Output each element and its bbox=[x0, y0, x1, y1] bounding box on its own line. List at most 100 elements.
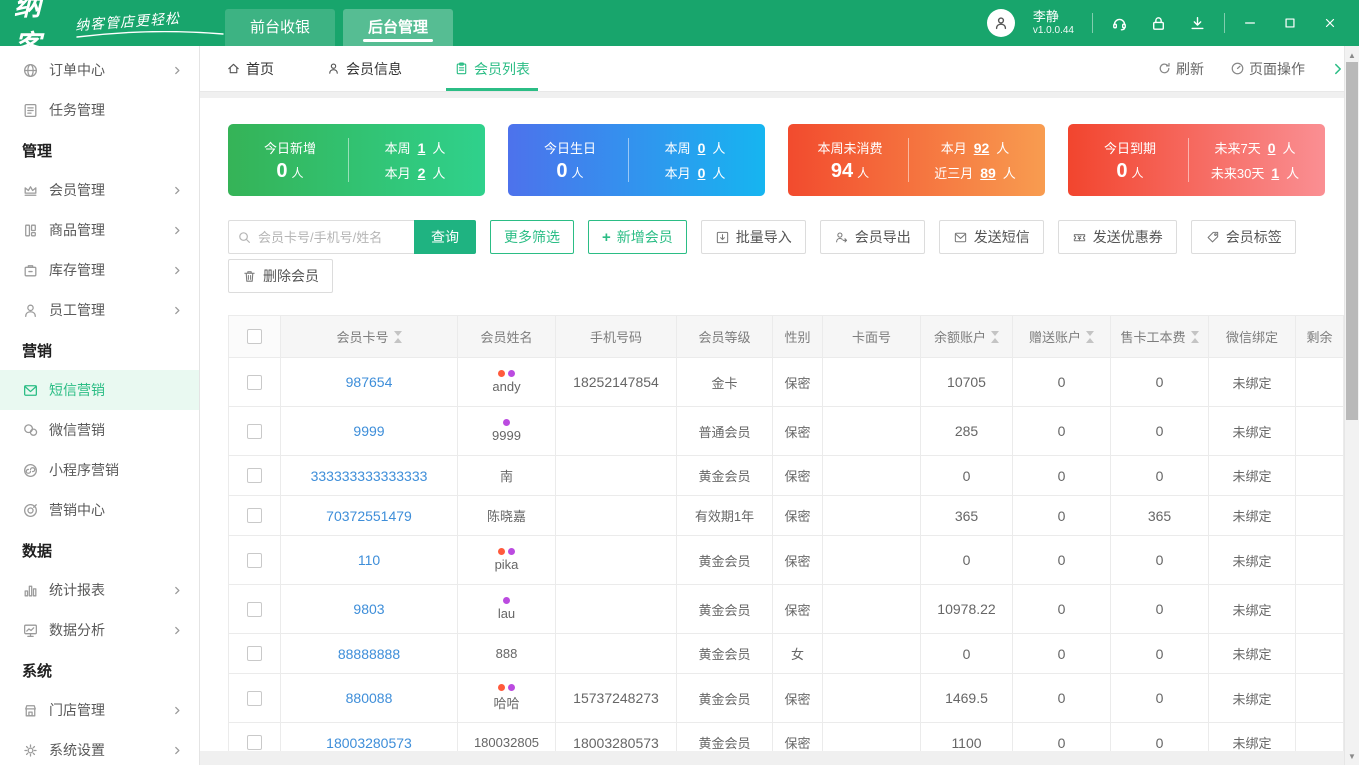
delete-member-button[interactable]: 删除会员 bbox=[228, 259, 333, 293]
sidebar-item-统计报表[interactable]: 统计报表 bbox=[0, 570, 199, 610]
subline-value[interactable]: 0 bbox=[1268, 140, 1276, 156]
page-actions-label: 页面操作 bbox=[1249, 60, 1305, 77]
refresh-label: 刷新 bbox=[1176, 60, 1204, 77]
tab-会员信息[interactable]: 会员信息 bbox=[324, 46, 404, 91]
card-face-cell bbox=[823, 358, 921, 407]
row-checkbox[interactable] bbox=[247, 735, 262, 750]
subline-value[interactable]: 1 bbox=[1271, 165, 1279, 181]
subline-value[interactable]: 92 bbox=[974, 140, 990, 156]
sidebar-item-数据分析[interactable]: 数据分析 bbox=[0, 610, 199, 650]
expand-chevron-icon[interactable] bbox=[1331, 62, 1345, 76]
tab-label: 首页 bbox=[246, 60, 274, 77]
subline-label: 本周 bbox=[384, 141, 411, 156]
sidebar-item-员工管理[interactable]: 员工管理 bbox=[0, 290, 199, 330]
subline-value[interactable]: 0 bbox=[698, 165, 706, 181]
sidebar-item-营销中心[interactable]: 营销中心 bbox=[0, 490, 199, 530]
sort-icon[interactable] bbox=[1190, 330, 1199, 343]
row-checkbox[interactable] bbox=[247, 646, 262, 661]
row-checkbox[interactable] bbox=[247, 374, 262, 390]
sidebar-item-门店管理[interactable]: 门店管理 bbox=[0, 690, 199, 730]
top-nav-tab-后台管理[interactable]: 后台管理 bbox=[343, 9, 454, 46]
sidebar-item-小程序营销[interactable]: 小程序营销 bbox=[0, 450, 199, 490]
refresh-button[interactable]: 刷新 bbox=[1157, 59, 1204, 79]
tab-会员列表[interactable]: 会员列表 bbox=[446, 46, 538, 91]
sidebar-section-管理: 管理 bbox=[22, 142, 53, 160]
row-checkbox[interactable] bbox=[247, 552, 262, 568]
batch-import-button[interactable]: 批量导入 bbox=[700, 220, 806, 254]
member-card-link[interactable]: 880088 bbox=[346, 690, 393, 706]
sidebar-item-订单中心[interactable]: 订单中心 bbox=[0, 50, 199, 90]
gender-cell: 保密 bbox=[773, 585, 823, 634]
member-card-link[interactable]: 88888888 bbox=[338, 646, 400, 662]
subline-value[interactable]: 0 bbox=[698, 140, 706, 156]
sidebar-item-微信营销[interactable]: 微信营销 bbox=[0, 410, 199, 450]
card-face-cell bbox=[823, 496, 921, 536]
sidebar-item-label: 微信营销 bbox=[49, 422, 105, 438]
tag-dot bbox=[508, 548, 515, 555]
more-filters-label: 更多筛选 bbox=[504, 229, 560, 245]
stat-card-week-no-consume: 本周未消费 94 人本月 92 人近三月 89 人 bbox=[788, 124, 1045, 196]
brand-tagline-wrap: 纳客管店更轻松 bbox=[75, 9, 225, 39]
download-icon[interactable] bbox=[1189, 15, 1206, 32]
search-input[interactable] bbox=[258, 229, 406, 245]
top-nav-tab-前台收银[interactable]: 前台收银 bbox=[225, 9, 336, 46]
maximize-button[interactable] bbox=[1283, 16, 1297, 30]
member-card-link[interactable]: 333333333333333 bbox=[311, 468, 428, 484]
card-subline: 本月 2 人 bbox=[385, 163, 446, 182]
member-card-link[interactable]: 9999 bbox=[353, 423, 384, 439]
top-nav-tabs: 前台收银 后台管理 bbox=[225, 0, 454, 46]
card-no-cell: 70372551479 bbox=[281, 496, 458, 536]
user-meta: 李静 v1.0.0.44 bbox=[1033, 9, 1074, 36]
row-checkbox[interactable] bbox=[247, 508, 262, 523]
member-card-link[interactable]: 987654 bbox=[346, 374, 393, 390]
member-card-link[interactable]: 110 bbox=[358, 552, 380, 568]
horizontal-scrollbar-track[interactable] bbox=[200, 751, 1359, 765]
sidebar-item-库存管理[interactable]: 库存管理 bbox=[0, 250, 199, 290]
extra-cell bbox=[1296, 358, 1343, 407]
search-button[interactable]: 查询 bbox=[414, 220, 476, 254]
sort-icon[interactable] bbox=[1086, 330, 1094, 343]
member-card-link[interactable]: 9803 bbox=[353, 601, 384, 617]
sidebar-item-短信营销[interactable]: 短信营销 bbox=[0, 370, 199, 410]
card-face-cell bbox=[823, 634, 921, 674]
member-card-link[interactable]: 18003280573 bbox=[326, 735, 412, 751]
sidebar-item-会员管理[interactable]: 会员管理 bbox=[0, 170, 199, 210]
sidebar-item-系统设置[interactable]: 系统设置 bbox=[0, 730, 199, 765]
extra-cell bbox=[1296, 723, 1343, 751]
select-all-checkbox[interactable] bbox=[247, 329, 262, 344]
row-checkbox[interactable] bbox=[247, 423, 262, 439]
close-button[interactable] bbox=[1323, 16, 1337, 30]
chevron-right-icon bbox=[172, 585, 183, 596]
member-card-link[interactable]: 70372551479 bbox=[326, 508, 412, 524]
subline-value[interactable]: 89 bbox=[980, 165, 996, 181]
sidebar-item-商品管理[interactable]: 商品管理 bbox=[0, 210, 199, 250]
subline-label: 未来7天 bbox=[1214, 141, 1261, 156]
support-icon[interactable] bbox=[1111, 15, 1128, 32]
balance-cell: 10705 bbox=[921, 358, 1013, 407]
minimize-button[interactable] bbox=[1243, 16, 1257, 30]
send-coupon-label: 发送优惠券 bbox=[1092, 229, 1163, 245]
member-export-button[interactable]: 会员导出 bbox=[819, 220, 925, 254]
sidebar-item-任务管理[interactable]: 任务管理 bbox=[0, 90, 199, 130]
subline-value[interactable]: 1 bbox=[418, 140, 426, 156]
member-tag-button[interactable]: 会员标签 bbox=[1190, 220, 1296, 254]
scroll-up-arrow[interactable]: ▲ bbox=[1345, 48, 1359, 62]
tab-首页[interactable]: 首页 bbox=[224, 46, 276, 91]
col-header-性别: 性别 bbox=[773, 316, 823, 358]
page-actions-button[interactable]: 页面操作 bbox=[1230, 59, 1305, 79]
sort-icon[interactable] bbox=[991, 330, 999, 343]
more-filters-button[interactable]: 更多筛选 bbox=[490, 220, 574, 254]
scroll-down-arrow[interactable]: ▼ bbox=[1345, 749, 1359, 763]
subline-value[interactable]: 2 bbox=[418, 165, 426, 181]
row-checkbox[interactable] bbox=[247, 601, 262, 617]
lock-icon[interactable] bbox=[1150, 15, 1167, 32]
send-coupon-button[interactable]: 发送优惠券 bbox=[1057, 220, 1177, 254]
row-checkbox[interactable] bbox=[247, 468, 262, 483]
send-sms-button[interactable]: 发送短信 bbox=[938, 220, 1044, 254]
avatar[interactable] bbox=[986, 9, 1015, 37]
sort-icon[interactable] bbox=[393, 330, 402, 343]
add-member-button[interactable]: + 新增会员 bbox=[588, 220, 687, 254]
scrollbar-thumb[interactable] bbox=[1346, 62, 1358, 420]
row-checkbox[interactable] bbox=[247, 690, 262, 706]
gender-cell: 保密 bbox=[773, 456, 823, 496]
